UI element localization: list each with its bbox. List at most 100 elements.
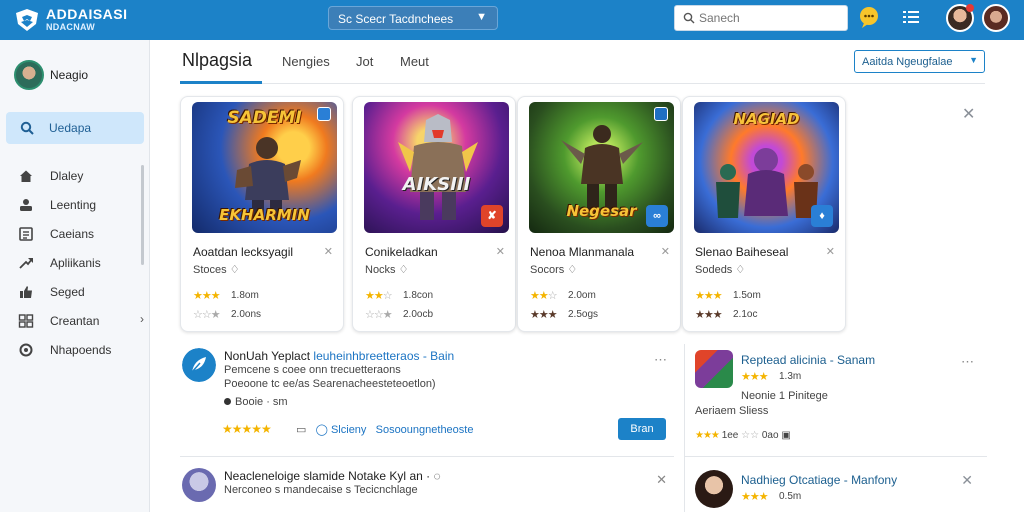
rating-stars: ★★★ — [695, 430, 720, 441]
divider — [180, 456, 674, 457]
card-subtitle: Stoces ♢ — [193, 263, 240, 276]
game-card[interactable]: NAGIAD ♦ Slenao Baiheseal ✕ Sodeds ♢ ★★★… — [682, 96, 846, 332]
card-subtitle: Sodeds ♢ — [695, 263, 745, 276]
list-menu-icon[interactable] — [903, 10, 919, 24]
user-lock-icon — [20, 199, 32, 211]
card-subtitle-text: Nocks — [365, 264, 396, 276]
card-subtitle-text: Socors — [530, 264, 565, 276]
game-cover-image: AIKSIII ✘ — [364, 102, 509, 233]
sidebar-item-nhapoends[interactable]: Nhapoends — [18, 340, 144, 360]
close-icon[interactable]: ✕ — [961, 472, 973, 489]
rating-count: 1.3m — [779, 371, 802, 382]
sidebar-item-categories[interactable]: Caeians — [18, 224, 144, 244]
profile[interactable]: Neagio — [14, 60, 144, 92]
profile-avatar — [14, 60, 44, 90]
secondary-avatar[interactable] — [982, 4, 1010, 32]
divider — [685, 456, 987, 457]
item-line: Pemcene s coee onn trecuetteraons — [224, 364, 401, 376]
item-status: Booie · sm — [224, 396, 288, 408]
item-title-suffix: an — [409, 469, 423, 483]
game-cover-image: SADEMI EKHARMIN — [192, 102, 337, 233]
cover-title-top: SADEMI — [227, 108, 302, 128]
sidebar-item-label: Uedapa — [49, 121, 92, 135]
download-count: 2.0ocb — [403, 309, 434, 320]
item-footer-count: 1ee — [721, 430, 739, 441]
dismiss-icon[interactable]: ✕ — [826, 245, 835, 258]
verified-badge-icon — [654, 107, 668, 121]
item-meta: ▭ ◯ Slcieny Sosooungnetheoste — [296, 423, 473, 436]
card-subtitle-text: Sodeds — [695, 264, 733, 276]
sidebar-item-label: Apliikanis — [50, 256, 101, 270]
close-icon[interactable]: ✕ — [962, 104, 975, 124]
tab-featured[interactable]: Nlpagsia — [182, 50, 252, 71]
sidebar-item-learning[interactable]: Leenting — [18, 195, 144, 215]
card-title: Conikeladkan — [365, 245, 438, 259]
tag-icon: ♢ — [735, 264, 746, 276]
cover-title-bottom: AIKSIII — [402, 174, 471, 195]
search-input[interactable] — [699, 11, 839, 25]
item-meta-link[interactable]: Slcieny — [331, 424, 366, 436]
chevron-down-icon: ▼ — [969, 55, 978, 65]
tab-meut[interactable]: Meut — [400, 54, 429, 69]
copy-icon: ▣ — [781, 430, 791, 441]
knight-figure-icon — [398, 114, 478, 220]
sidebar-item-creations[interactable]: Creantan › — [18, 311, 144, 331]
heroes-group-icon — [716, 148, 818, 218]
item-footer: ★★★ 1ee ☆☆ 0ao ▣ — [695, 430, 791, 441]
game-badge-icon: ♦ — [811, 205, 833, 227]
game-card[interactable]: SADEMI EKHARMIN Aoatdan lecksyagil ✕ Sto… — [180, 96, 344, 332]
sidebar-scrollbar[interactable] — [141, 165, 144, 265]
item-title-main: Neacleneloige slamide Notake Kyl — [224, 469, 407, 483]
dismiss-icon[interactable]: ✕ — [661, 245, 670, 258]
item-thumbnail — [695, 350, 733, 388]
category-select[interactable]: Sc Scecr Tacdnchees ▼ — [328, 6, 498, 30]
item-title[interactable]: Reptead alicinia - Sanam — [741, 353, 875, 367]
cover-title-bottom: EKHARMIN — [219, 206, 310, 224]
rating-count: 2.0om — [568, 290, 596, 301]
user-avatar[interactable] — [946, 4, 974, 32]
dismiss-icon[interactable]: ✕ — [324, 245, 333, 258]
verified-badge-icon — [317, 107, 331, 121]
device-icon: ▭ — [296, 424, 307, 436]
tab-nengies[interactable]: Nengies — [282, 54, 330, 69]
chat-bubble-icon[interactable] — [856, 4, 882, 30]
leaf-logo-icon — [182, 348, 216, 382]
chevron-down-icon: ▼ — [476, 11, 487, 23]
sidebar-item-home[interactable]: Dlaley — [18, 166, 144, 186]
grid-icon — [18, 314, 34, 328]
notification-dot — [966, 4, 974, 12]
sidebar-item-label: Nhapoends — [50, 343, 112, 357]
search-box[interactable] — [674, 5, 848, 31]
dismiss-icon[interactable]: ✕ — [496, 245, 505, 258]
game-badge-icon: ∞ — [646, 205, 668, 227]
sidebar-item-label: Dlaley — [50, 169, 84, 183]
sort-select[interactable]: Aaitda Ngeugfalae ▼ — [854, 50, 985, 73]
sidebar-item-applications[interactable]: Apliikanis — [18, 253, 144, 273]
more-options-icon[interactable]: ⋯ — [654, 352, 668, 368]
download-count: 2.5ogs — [568, 309, 599, 320]
open-button[interactable]: Bran — [618, 418, 666, 440]
profile-name: Neagio — [50, 68, 89, 82]
more-options-icon[interactable]: ⋯ — [961, 354, 975, 370]
game-card[interactable]: Negesar ∞ Nenoa Mlanmanala ✕ Socors ♢ ★★… — [517, 96, 681, 332]
item-meta-link-2[interactable]: Sosooungnetheoste — [376, 424, 474, 436]
item-title[interactable]: Nadhieg Otcatiage - Manfony — [741, 473, 897, 487]
tag-icon: ♢ — [229, 264, 240, 276]
sidebar-item-saved[interactable]: Seged — [18, 282, 144, 302]
card-title: Nenoa Mlanmanala — [530, 245, 635, 259]
game-card[interactable]: AIKSIII ✘ Conikeladkan ✕ Nocks ♢ ★★☆ 1.8… — [352, 96, 516, 332]
close-icon[interactable]: ✕ — [656, 472, 668, 488]
link-icon: ◯ — [315, 424, 328, 436]
item-title: Neacleneloige slamide Notake Kyl an · ◌ — [224, 469, 441, 483]
recommendation-list: Reptead alicinia - Sanam ★★★ 1.3m Neonie… — [684, 344, 987, 512]
rating-stars: ★★★★★ — [222, 422, 272, 436]
item-title-link[interactable]: leuheinhbreetteraos — [313, 349, 419, 363]
rating-stars: ★★★ — [193, 290, 221, 302]
sidebar-item-label: Creantan — [50, 314, 100, 328]
tab-jot[interactable]: Jot — [356, 54, 373, 69]
info-icon: · ◌ — [426, 469, 441, 483]
item-avatar — [182, 468, 216, 502]
app-logo[interactable]: ADDAISASI NDACNAW — [12, 4, 142, 36]
sidebar-item-search[interactable]: Uedapa — [6, 112, 144, 144]
chevron-right-icon: › — [140, 312, 144, 326]
